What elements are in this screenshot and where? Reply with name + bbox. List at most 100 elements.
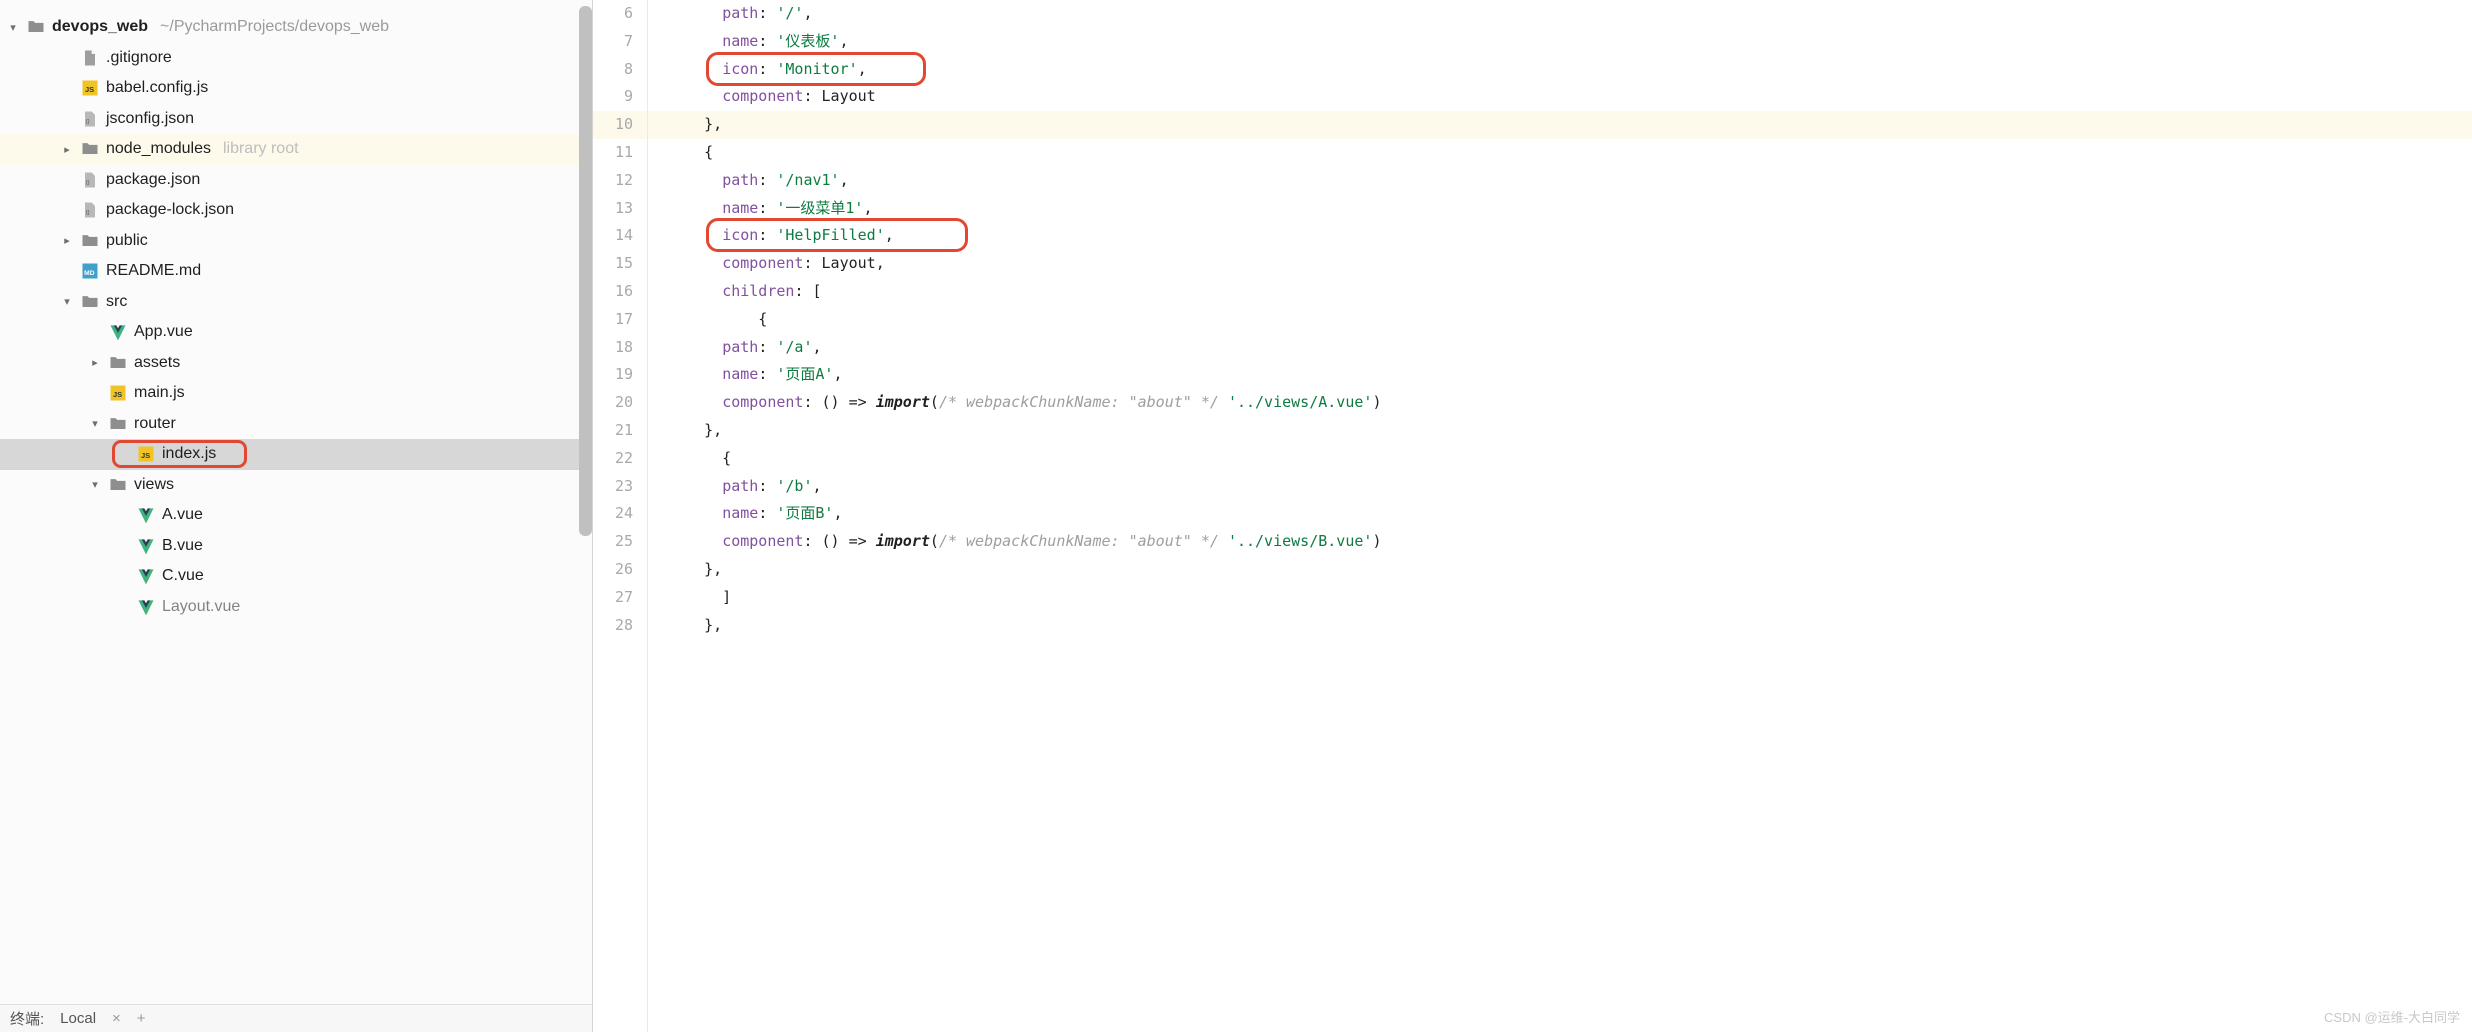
tree-item-A.vue[interactable]: ▸A.vue bbox=[0, 500, 592, 531]
line-number: 11 bbox=[593, 139, 647, 167]
line-number: 26 bbox=[593, 556, 647, 584]
code-line[interactable]: path: '/', bbox=[648, 0, 2472, 28]
chevron-down-icon[interactable]: ▾ bbox=[88, 478, 102, 491]
tree-item-node_modules[interactable]: ▸node_moduleslibrary root bbox=[0, 134, 592, 165]
code-line[interactable]: path: '/b', bbox=[648, 473, 2472, 501]
terminal-tab-bar: 终端: Local × + bbox=[0, 1004, 593, 1032]
code-line[interactable]: }, bbox=[648, 556, 2472, 584]
line-number: 13 bbox=[593, 195, 647, 223]
code-line[interactable]: icon: 'HelpFilled', bbox=[648, 222, 2472, 250]
tree-item-label: src bbox=[106, 293, 127, 311]
code-line[interactable]: component: Layout, bbox=[648, 250, 2472, 278]
terminal-add-icon[interactable]: + bbox=[137, 1010, 146, 1027]
chevron-right-icon[interactable]: ▸ bbox=[60, 143, 74, 156]
json-icon: {} bbox=[80, 200, 100, 220]
code-line[interactable]: icon: 'Monitor', bbox=[648, 56, 2472, 84]
svg-text:MD: MD bbox=[84, 270, 95, 277]
svg-text:JS: JS bbox=[141, 451, 150, 460]
chevron-down-icon[interactable]: ▾ bbox=[60, 295, 74, 308]
tree-item-router[interactable]: ▾router bbox=[0, 409, 592, 440]
tree-item-README.md[interactable]: ▸MDREADME.md bbox=[0, 256, 592, 287]
code-line[interactable]: }, bbox=[648, 111, 2472, 139]
js-icon: JS bbox=[80, 78, 100, 98]
code-line[interactable]: name: '仪表板', bbox=[648, 28, 2472, 56]
terminal-session-local[interactable]: Local bbox=[60, 1010, 96, 1027]
chevron-down-icon[interactable]: ▾ bbox=[6, 21, 20, 34]
code-area[interactable]: CSDN @运维-大白同学 path: '/', name: '仪表板', ic… bbox=[648, 0, 2472, 1032]
tree-item-.gitignore[interactable]: ▸.gitignore bbox=[0, 43, 592, 74]
tree-item-views[interactable]: ▾views bbox=[0, 470, 592, 501]
tree-item-babel.config.js[interactable]: ▸JSbabel.config.js bbox=[0, 73, 592, 104]
code-line[interactable]: name: '页面B', bbox=[648, 500, 2472, 528]
code-line[interactable]: component: () => import(/* webpackChunkN… bbox=[648, 528, 2472, 556]
svg-text:{}: {} bbox=[86, 119, 90, 125]
folder-icon bbox=[108, 353, 128, 373]
line-number: 15 bbox=[593, 250, 647, 278]
tree-item-label: A.vue bbox=[162, 506, 203, 524]
code-line[interactable]: { bbox=[648, 139, 2472, 167]
code-line[interactable]: component: () => import(/* webpackChunkN… bbox=[648, 389, 2472, 417]
folder-icon bbox=[80, 139, 100, 159]
code-line[interactable]: path: '/a', bbox=[648, 334, 2472, 362]
tree-item-label: B.vue bbox=[162, 537, 203, 555]
chevron-right-icon[interactable]: ▸ bbox=[60, 234, 74, 247]
tree-item-path: ~/PycharmProjects/devops_web bbox=[160, 18, 389, 36]
code-line[interactable]: { bbox=[648, 306, 2472, 334]
folder-icon bbox=[108, 414, 128, 434]
tree-item-label: babel.config.js bbox=[106, 79, 208, 97]
code-line[interactable]: path: '/nav1', bbox=[648, 167, 2472, 195]
svg-text:JS: JS bbox=[113, 390, 122, 399]
line-number-gutter: 6789101112131415161718192021222324252627… bbox=[593, 0, 648, 1032]
line-number: 18 bbox=[593, 334, 647, 362]
code-line[interactable]: component: Layout bbox=[648, 83, 2472, 111]
tree-item-package.json[interactable]: ▸{}package.json bbox=[0, 165, 592, 196]
tree-item-public[interactable]: ▸ public bbox=[0, 226, 592, 257]
code-line[interactable]: children: [ bbox=[648, 278, 2472, 306]
tree-item-assets[interactable]: ▸ assets bbox=[0, 348, 592, 379]
line-number: 25 bbox=[593, 528, 647, 556]
tree-item-label: Layout.vue bbox=[162, 598, 240, 616]
tree-item-package-lock.json[interactable]: ▸{}package-lock.json bbox=[0, 195, 592, 226]
code-line[interactable]: name: '页面A', bbox=[648, 361, 2472, 389]
line-number: 28 bbox=[593, 612, 647, 640]
chevron-down-icon[interactable]: ▾ bbox=[88, 417, 102, 430]
line-number: 19 bbox=[593, 361, 647, 389]
line-number: 27 bbox=[593, 584, 647, 612]
json-icon: {} bbox=[80, 170, 100, 190]
tree-item-App.vue[interactable]: ▸App.vue bbox=[0, 317, 592, 348]
code-line[interactable]: ] bbox=[648, 584, 2472, 612]
terminal-close-icon[interactable]: × bbox=[112, 1010, 121, 1027]
scrollbar-thumb[interactable] bbox=[579, 6, 592, 536]
svg-text:{}: {} bbox=[86, 210, 90, 216]
tree-item-devops_web[interactable]: ▾devops_web~/PycharmProjects/devops_web bbox=[0, 12, 592, 43]
folder-icon bbox=[80, 231, 100, 251]
file-icon bbox=[80, 48, 100, 68]
code-line[interactable]: }, bbox=[648, 612, 2472, 640]
tree-item-label: public bbox=[106, 232, 148, 250]
tree-item-label: package-lock.json bbox=[106, 201, 234, 219]
tree-item-label: assets bbox=[134, 354, 180, 372]
vue-icon bbox=[136, 566, 156, 586]
line-number: 14 bbox=[593, 222, 647, 250]
tree-item-main.js[interactable]: ▸JSmain.js bbox=[0, 378, 592, 409]
tree-item-label: index.js bbox=[162, 445, 216, 463]
line-number: 9 bbox=[593, 83, 647, 111]
line-number: 20 bbox=[593, 389, 647, 417]
code-line[interactable]: }, bbox=[648, 417, 2472, 445]
tree-item-Layout.vue[interactable]: ▸Layout.vue bbox=[0, 592, 592, 623]
vue-icon bbox=[136, 597, 156, 617]
project-tree-panel[interactable]: ▾devops_web~/PycharmProjects/devops_web▸… bbox=[0, 0, 593, 1032]
code-line[interactable]: name: '一级菜单1', bbox=[648, 195, 2472, 223]
tree-item-B.vue[interactable]: ▸B.vue bbox=[0, 531, 592, 562]
chevron-right-icon[interactable]: ▸ bbox=[88, 356, 102, 369]
code-editor[interactable]: 6789101112131415161718192021222324252627… bbox=[593, 0, 2472, 1032]
code-line[interactable]: { bbox=[648, 445, 2472, 473]
tree-item-C.vue[interactable]: ▸C.vue bbox=[0, 561, 592, 592]
watermark-text: CSDN @运维-大白同学 bbox=[2324, 1007, 2460, 1026]
terminal-label: 终端: bbox=[10, 1008, 44, 1029]
json-icon: {} bbox=[80, 109, 100, 129]
tree-item-index.js[interactable]: ▸JSindex.js bbox=[0, 439, 592, 470]
tree-item-jsconfig.json[interactable]: ▸{}jsconfig.json bbox=[0, 104, 592, 135]
tree-item-label: README.md bbox=[106, 262, 201, 280]
tree-item-src[interactable]: ▾ src bbox=[0, 287, 592, 318]
